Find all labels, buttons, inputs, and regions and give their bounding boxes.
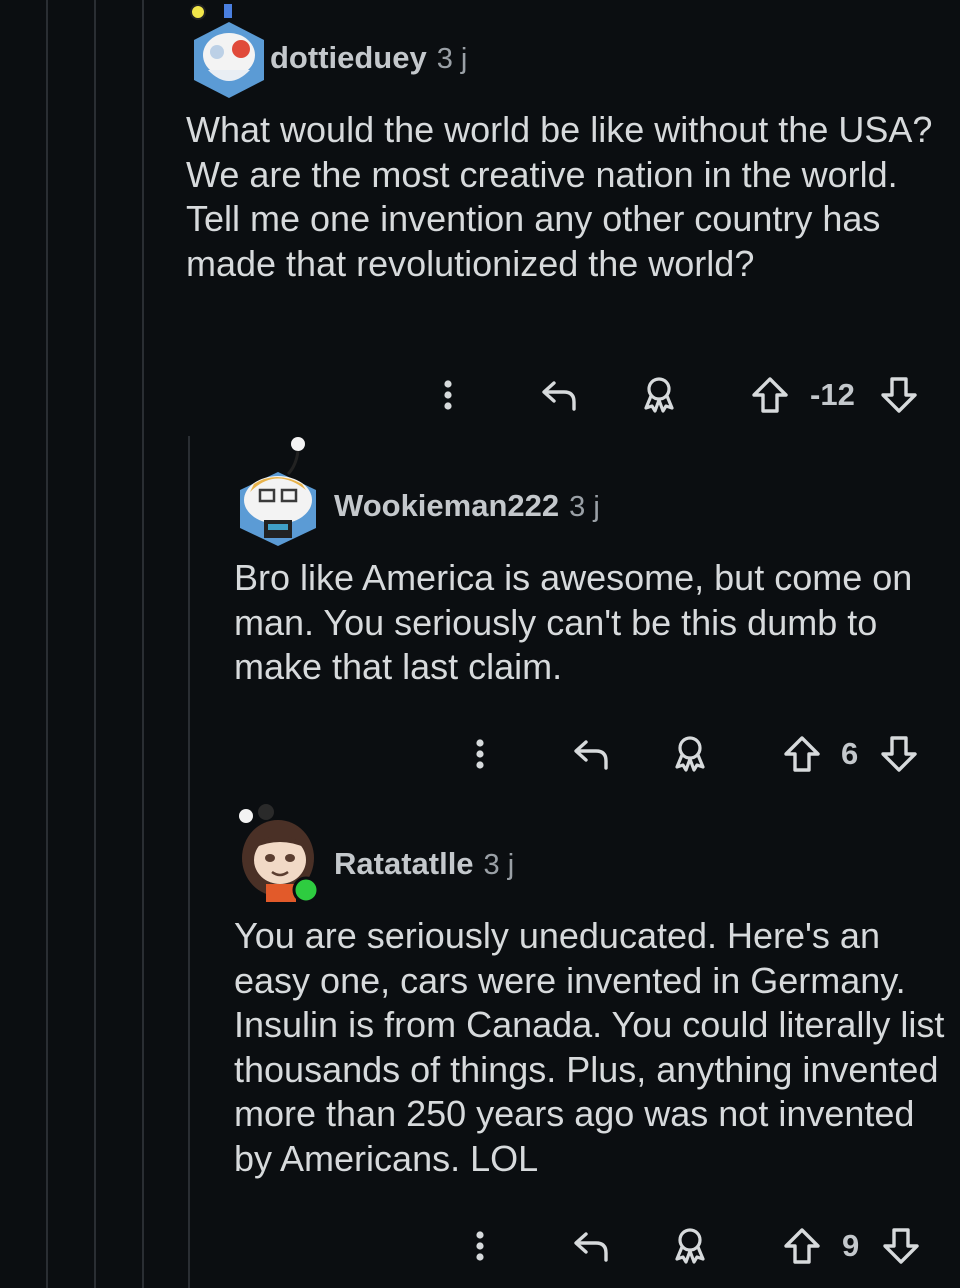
downvote-button[interactable]: [881, 1221, 921, 1271]
more-vertical-icon: [444, 380, 452, 410]
timestamp: 3 j: [569, 491, 600, 523]
timestamp: 3 j: [483, 849, 515, 881]
more-vertical-icon: [476, 1231, 484, 1261]
comment-actions: -12: [0, 370, 960, 420]
reply-icon: [542, 381, 576, 411]
award-button[interactable]: [670, 1221, 710, 1271]
downvote-icon: [883, 1228, 919, 1264]
username[interactable]: dottieduey: [270, 40, 427, 76]
comment-actions: 9: [0, 1221, 960, 1271]
thread-line-1[interactable]: [46, 0, 48, 1288]
comment-actions: 6: [0, 729, 960, 779]
downvote-icon: [881, 736, 917, 772]
more-options-button[interactable]: [460, 1221, 500, 1271]
avatar[interactable]: [236, 800, 322, 908]
downvote-icon: [881, 377, 917, 413]
award-button[interactable]: [670, 729, 710, 779]
thread-line-4[interactable]: [188, 436, 190, 1288]
username[interactable]: Ratatatlle: [334, 846, 474, 882]
upvote-button[interactable]: [782, 729, 822, 779]
vote-score: -12: [810, 377, 855, 412]
timestamp: 3 j: [436, 43, 468, 75]
reply-icon: [574, 740, 608, 770]
award-icon: [644, 377, 674, 413]
thread-line-2[interactable]: [94, 0, 96, 1288]
reply-icon: [574, 1232, 608, 1262]
comment-text: You are seriously uneducated. Here's an …: [234, 915, 945, 1179]
reply-button[interactable]: [571, 1221, 611, 1271]
upvote-icon: [784, 1228, 820, 1264]
avatar[interactable]: [236, 434, 322, 546]
upvote-button[interactable]: [750, 370, 790, 420]
upvote-icon: [752, 377, 788, 413]
more-vertical-icon: [476, 739, 484, 769]
downvote-button[interactable]: [879, 370, 919, 420]
avatar[interactable]: [188, 0, 270, 100]
username[interactable]: Wookieman222: [334, 488, 559, 524]
comment-text: Bro like America is awesome, but come on…: [234, 557, 913, 687]
thread-line-3[interactable]: [142, 0, 144, 1288]
upvote-button[interactable]: [782, 1221, 822, 1271]
reply-button[interactable]: [539, 370, 579, 420]
comment-text: What would the world be like without the…: [186, 109, 933, 284]
award-icon: [675, 1228, 705, 1264]
vote-score: 9: [842, 1228, 860, 1263]
award-button[interactable]: [639, 370, 679, 420]
vote-score: 6: [841, 736, 859, 771]
upvote-icon: [784, 736, 820, 772]
more-options-button[interactable]: [428, 370, 468, 420]
award-icon: [675, 736, 705, 772]
reply-button[interactable]: [571, 729, 611, 779]
downvote-button[interactable]: [879, 729, 919, 779]
more-options-button[interactable]: [460, 729, 500, 779]
